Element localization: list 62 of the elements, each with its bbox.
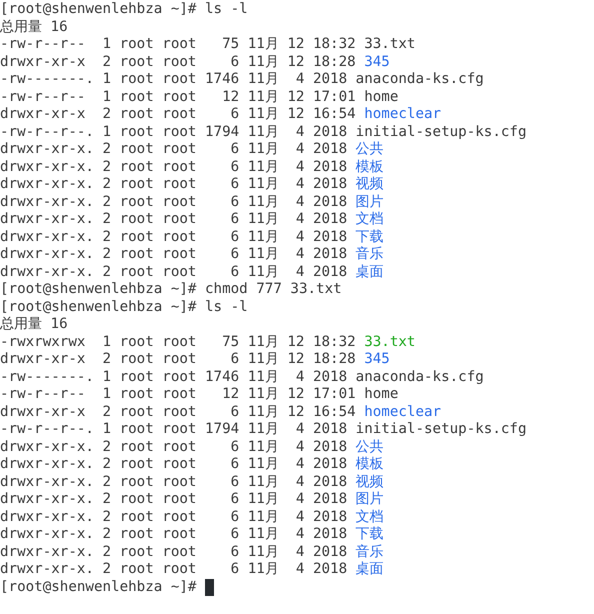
file-details: drwxr-xr-x. 2 root root 6 11月 4 2018 xyxy=(0,508,348,526)
file-name: 模板 xyxy=(356,456,384,474)
file-name: 视频 xyxy=(356,474,384,491)
file-details: drwxr-xr-x. 2 root root 6 11月 4 2018 xyxy=(0,526,348,544)
file-name: 公共 xyxy=(356,141,384,158)
file-name: anaconda-ks.cfg xyxy=(356,71,484,88)
file-details: -rw-r--r--. 1 root root 1794 11月 4 2018 xyxy=(0,124,348,141)
total-line: 总用量 16 xyxy=(0,316,68,334)
command-line: [root@shenwenlehbza ~]# chmod 777 33.txt xyxy=(0,281,342,298)
file-details: drwxr-xr-x. 2 root root 6 11月 4 2018 xyxy=(0,561,348,578)
file-name: 33.txt xyxy=(364,334,416,351)
file-details: drwxr-xr-x 2 root root 6 11月 12 16:54 xyxy=(0,404,357,421)
file-details: drwxr-xr-x 2 root root 6 11月 12 16:54 xyxy=(0,106,357,124)
file-name: 桌面 xyxy=(356,561,384,578)
file-name: 33.txt xyxy=(364,36,416,54)
file-name: home xyxy=(364,88,398,106)
file-name: homeclear xyxy=(364,404,442,421)
file-details: drwxr-xr-x. 2 root root 6 11月 4 2018 xyxy=(0,158,348,176)
file-details: -rw-r--r-- 1 root root 75 11月 12 18:32 xyxy=(0,36,357,54)
command-line: [root@shenwenlehbza ~]# xyxy=(0,578,198,596)
file-details: -rw-------. 1 root root 1746 11月 4 2018 xyxy=(0,368,348,386)
file-name: 下载 xyxy=(356,228,384,246)
file-details: drwxr-xr-x 2 root root 6 11月 12 18:28 xyxy=(0,54,357,71)
file-name: home xyxy=(364,386,398,404)
file-name: 图片 xyxy=(356,491,384,508)
file-details: drwxr-xr-x. 2 root root 6 11月 4 2018 xyxy=(0,264,348,281)
file-name: homeclear xyxy=(364,106,442,124)
file-details: -rw-------. 1 root root 1746 11月 4 2018 xyxy=(0,71,348,88)
file-details: drwxr-xr-x. 2 root root 6 11月 4 2018 xyxy=(0,176,348,194)
file-name: 文档 xyxy=(356,508,384,526)
file-details: -rwxrwxrwx 1 root root 75 11月 12 18:32 xyxy=(0,334,357,351)
file-details: drwxr-xr-x. 2 root root 6 11月 4 2018 xyxy=(0,474,348,491)
file-details: drwxr-xr-x 2 root root 6 11月 12 18:28 xyxy=(0,351,357,368)
file-name: 下载 xyxy=(356,526,384,544)
command-line: [root@shenwenlehbza ~]# ls -l xyxy=(0,1,248,18)
total-line: 总用量 16 xyxy=(0,18,68,36)
file-name: 图片 xyxy=(356,194,384,211)
file-details: drwxr-xr-x. 2 root root 6 11月 4 2018 xyxy=(0,246,348,264)
file-name: anaconda-ks.cfg xyxy=(356,368,484,386)
file-details: drwxr-xr-x. 2 root root 6 11月 4 2018 xyxy=(0,194,348,211)
file-details: drwxr-xr-x. 2 root root 6 11月 4 2018 xyxy=(0,211,348,228)
file-details: drwxr-xr-x. 2 root root 6 11月 4 2018 xyxy=(0,438,348,456)
file-name: initial-setup-ks.cfg xyxy=(356,124,527,141)
file-name: 345 xyxy=(364,351,390,368)
command-line: [root@shenwenlehbza ~]# ls -l xyxy=(0,298,248,316)
file-name: 桌面 xyxy=(356,264,384,281)
file-name: 文档 xyxy=(356,211,384,228)
file-details: drwxr-xr-x. 2 root root 6 11月 4 2018 xyxy=(0,228,348,246)
file-name: initial-setup-ks.cfg xyxy=(356,421,527,438)
file-details: drwxr-xr-x. 2 root root 6 11月 4 2018 xyxy=(0,456,348,474)
file-details: drwxr-xr-x. 2 root root 6 11月 4 2018 xyxy=(0,544,348,561)
file-details: -rw-r--r-- 1 root root 12 11月 12 17:01 xyxy=(0,88,357,106)
file-name: 视频 xyxy=(356,176,384,194)
file-name: 模板 xyxy=(356,158,384,176)
file-details: -rw-r--r-- 1 root root 12 11月 12 17:01 xyxy=(0,386,357,404)
file-details: drwxr-xr-x. 2 root root 6 11月 4 2018 xyxy=(0,491,348,508)
file-name: 公共 xyxy=(356,438,384,456)
file-details: drwxr-xr-x. 2 root root 6 11月 4 2018 xyxy=(0,141,348,158)
file-name: 345 xyxy=(364,54,390,71)
file-details: -rw-r--r--. 1 root root 1794 11月 4 2018 xyxy=(0,421,348,438)
file-name: 音乐 xyxy=(356,246,384,264)
file-name: 音乐 xyxy=(356,544,384,561)
